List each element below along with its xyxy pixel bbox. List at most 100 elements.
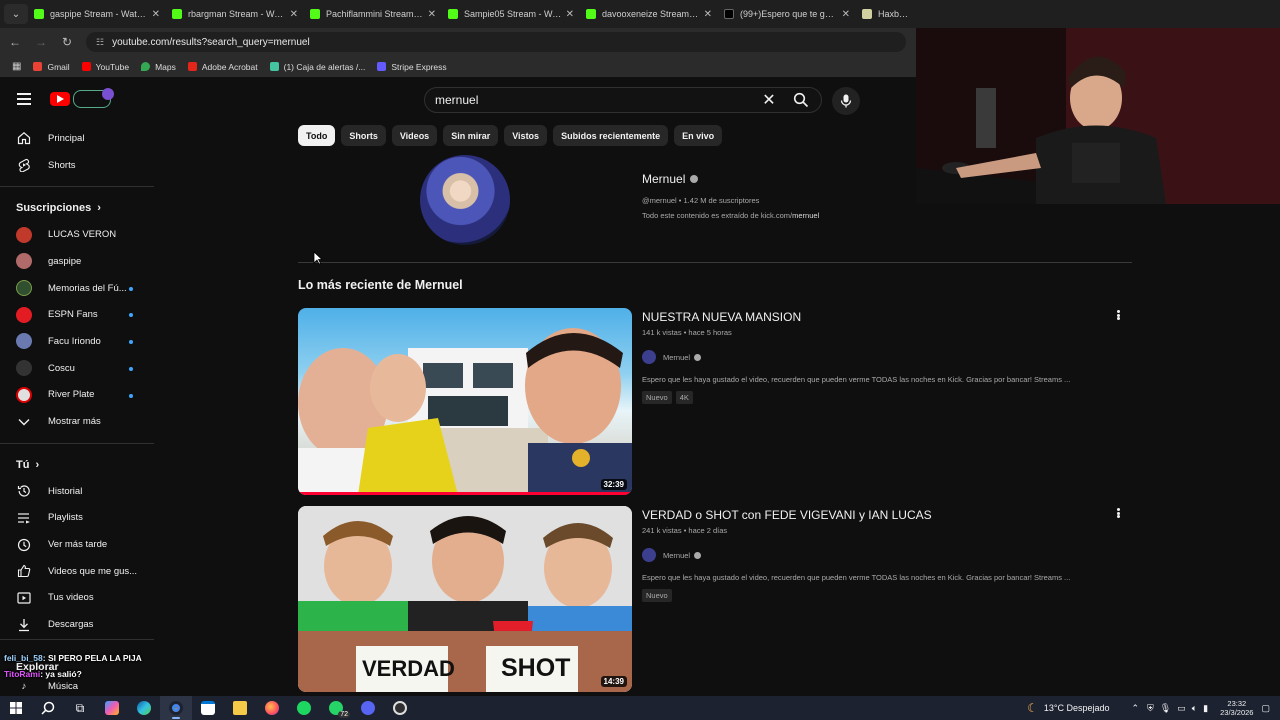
volume-icon[interactable]: 🔈︎ (1192, 703, 1197, 714)
forward-icon[interactable]: → (30, 35, 52, 49)
browser-tab[interactable]: Sampie05 Stream - Watch Live✕ (442, 0, 580, 28)
bookmark-maps[interactable]: Maps (141, 62, 176, 72)
microphone-icon[interactable]: 🎙︎ (1160, 703, 1171, 714)
close-icon[interactable]: ✕ (428, 9, 436, 20)
bookmark-youtube[interactable]: YouTube (81, 62, 129, 72)
discord-button[interactable] (352, 696, 384, 720)
sidebar-item-liked-videos[interactable]: Videos que me gus... (0, 558, 154, 585)
copilot-button[interactable] (96, 696, 128, 720)
more-options-icon[interactable] (1112, 506, 1124, 520)
sidebar-item-watch-later[interactable]: Ver más tarde (0, 531, 154, 558)
close-icon[interactable]: ✕ (152, 9, 160, 20)
chrome-button[interactable] (160, 696, 192, 720)
store-button[interactable] (192, 696, 224, 720)
chip-shorts[interactable]: Shorts (341, 125, 386, 146)
search-button[interactable] (781, 87, 821, 113)
chip-all[interactable]: Todo (298, 125, 336, 146)
chip-watched[interactable]: Vistos (504, 125, 548, 146)
spotify-button[interactable] (288, 696, 320, 720)
sidebar-item-subscription[interactable]: Facu Iriondo (0, 328, 154, 355)
weather-text[interactable]: 13°C Despejado (1044, 703, 1110, 713)
video-title[interactable]: VERDAD o SHOT con FEDE VIGEVANI y IAN LU… (642, 508, 1112, 522)
weather-icon[interactable]: ☾ (1027, 701, 1038, 715)
sidebar-item-subscription[interactable]: gaspipe (0, 248, 154, 275)
edge-button[interactable] (128, 696, 160, 720)
your-videos-icon (16, 590, 32, 606)
search-button[interactable] (32, 696, 64, 720)
sidebar-item-principal[interactable]: Principal (0, 125, 154, 152)
sidebar-item-subscription[interactable]: LUCAS VERON (0, 221, 154, 248)
sidebar-item-playlists[interactable]: Playlists (0, 505, 154, 532)
search-input[interactable] (425, 93, 757, 107)
voice-search-button[interactable] (832, 87, 860, 115)
clock[interactable]: 23:32 23/3/2026 (1220, 699, 1253, 717)
site-info-icon[interactable]: ☷ (96, 37, 104, 48)
video-thumbnail[interactable]: VERDAD SHOT 14:39 (298, 506, 632, 692)
chip-unwatched[interactable]: Sin mirar (443, 125, 499, 146)
close-icon[interactable]: ✕ (842, 9, 850, 20)
video-result[interactable]: VERDAD SHOT 14:39 VERDAD o SHOT con FEDE… (298, 506, 1132, 694)
avatar (16, 333, 32, 350)
video-channel[interactable]: Mernuel (642, 350, 1112, 364)
show-more-button[interactable]: Mostrar más (0, 408, 154, 435)
close-icon[interactable]: ✕ (704, 9, 712, 20)
browser-tab[interactable]: Haxball Play (856, 0, 916, 28)
sidebar-item-shorts[interactable]: Shorts (0, 152, 154, 179)
back-icon[interactable]: ← (4, 35, 26, 49)
bookmark-alerts[interactable]: (1) Caja de alertas /... (269, 62, 365, 72)
apps-icon[interactable]: ▦ (12, 61, 21, 72)
close-icon[interactable]: ✕ (566, 9, 574, 20)
sidebar-item-subscription[interactable]: Coscu (0, 355, 154, 382)
video-description: Espero que les haya gustado el video, re… (642, 573, 1071, 582)
chevron-up-icon[interactable]: ⌃ (1131, 703, 1139, 714)
chip-live[interactable]: En vivo (674, 125, 723, 146)
clear-icon[interactable]: ✕ (757, 90, 781, 110)
start-button[interactable] (0, 696, 32, 720)
close-icon[interactable]: ✕ (290, 9, 298, 20)
bookmark-gmail[interactable]: Gmail (33, 62, 70, 72)
sidebar-item-subscription[interactable]: ESPN Fans (0, 301, 154, 328)
browser-tab[interactable]: (99+)Espero que te guste ✕ (718, 0, 856, 28)
sidebar-item-downloads[interactable]: Descargas (0, 611, 154, 638)
browser-tab[interactable]: rbargman Stream - Watch Live✕ (166, 0, 304, 28)
network-icon[interactable]: ▭ (1177, 703, 1186, 714)
you-heading[interactable]: Tú › (0, 452, 154, 478)
youtube-logo[interactable] (50, 88, 114, 108)
menu-icon[interactable] (17, 93, 31, 105)
whatsapp-button[interactable]: 72 (320, 696, 352, 720)
sidebar-item-music[interactable]: ♪ Música (0, 677, 154, 696)
bookmark-acrobat[interactable]: Adobe Acrobat (187, 62, 258, 72)
sidebar-item-history[interactable]: Historial (0, 478, 154, 505)
sidebar-item-subscription[interactable]: Memorias del Fú... (0, 275, 154, 302)
video-thumbnail[interactable]: 32:39 (298, 308, 632, 495)
video-title[interactable]: NUESTRA NUEVA MANSION (642, 310, 1112, 324)
system-tray: ☾ 13°C Despejado ⌃ ⛨ 🎙︎ ▭ 🔈︎ ▮ 23:32 23/… (1027, 696, 1280, 720)
notification-icon[interactable]: ▢ (1261, 703, 1270, 714)
battery-icon[interactable]: ▮ (1203, 703, 1208, 714)
chip-recently-uploaded[interactable]: Subidos recientemente (553, 125, 669, 146)
task-view-button[interactable]: ⧉ (64, 696, 96, 720)
video-channel[interactable]: Mernuel (642, 548, 1112, 562)
bookmark-stripe[interactable]: Stripe Express (377, 62, 447, 72)
more-options-icon[interactable] (1112, 308, 1124, 322)
sidebar-item-your-videos[interactable]: Tus videos (0, 585, 154, 612)
channel-name[interactable]: Mernuel (642, 172, 819, 186)
browser-tab[interactable]: gaspipe Stream - Watch Live✕ (28, 0, 166, 28)
subscriptions-heading[interactable]: Suscripciones › (0, 195, 154, 221)
browser-tab[interactable]: davooxeneize Stream - Watch✕ (580, 0, 718, 28)
firefox-button[interactable] (256, 696, 288, 720)
url-field[interactable]: ☷ youtube.com/results?search_query=mernu… (86, 32, 906, 52)
task-view-icon: ⧉ (75, 700, 85, 715)
thumbnail-art (298, 328, 632, 495)
chip-videos[interactable]: Videos (391, 125, 438, 146)
tab-search-icon[interactable]: ⌄ (4, 4, 28, 24)
obs-button[interactable] (384, 696, 416, 720)
explorer-button[interactable] (224, 696, 256, 720)
sidebar-item-subscription[interactable]: River Plate (0, 382, 154, 409)
channel-avatar[interactable] (420, 155, 510, 245)
avatar (642, 548, 656, 562)
video-result[interactable]: 32:39 NUESTRA NUEVA MANSION 141 k vistas… (298, 308, 1132, 496)
reload-icon[interactable]: ↻ (56, 35, 78, 49)
shield-icon[interactable]: ⛨ (1147, 703, 1154, 714)
browser-tab[interactable]: Pachiflammini Stream - Watch✕ (304, 0, 442, 28)
